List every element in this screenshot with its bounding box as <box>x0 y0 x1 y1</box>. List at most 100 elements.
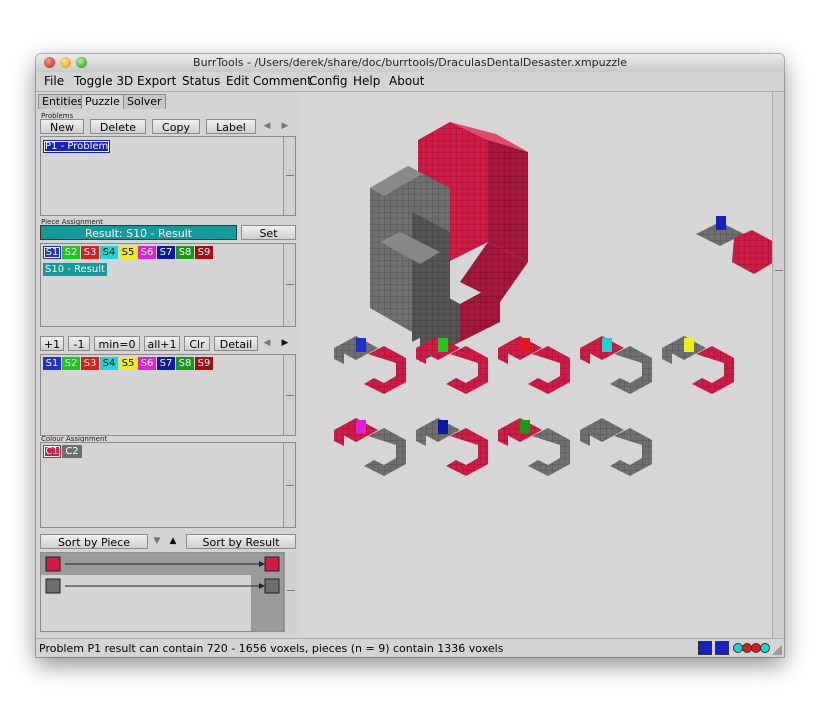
title-bar: BurrTools - /Users/derek/share/doc/burrt… <box>36 54 784 73</box>
shape-chip-s4[interactable]: S4 <box>100 246 118 259</box>
scrollbar-grip <box>286 485 294 486</box>
piece-7-body <box>446 428 488 476</box>
piece-5-marker <box>684 338 694 352</box>
shape-chip-s1[interactable]: S1 <box>43 357 61 370</box>
menu-export[interactable]: Export <box>137 74 176 88</box>
colour-constraint-graph <box>41 553 283 631</box>
piece-3-body <box>528 346 570 394</box>
sort-by-piece-button[interactable]: Sort by Piece <box>40 534 148 549</box>
menu-bar: File Toggle 3D Export Status Edit Commen… <box>36 72 784 92</box>
menu-toggle-3d[interactable]: Toggle 3D <box>74 74 133 88</box>
view-mode-icon[interactable] <box>698 641 712 655</box>
clear-button[interactable]: Clr <box>184 336 210 351</box>
label-problem-button[interactable]: Label <box>206 119 256 134</box>
result-shape-item[interactable]: S10 - Result <box>43 263 107 276</box>
resize-grip-icon[interactable] <box>772 645 782 655</box>
move-problem-up-icon[interactable]: ◀ <box>260 119 274 134</box>
shape-chip-s1[interactable]: S1 <box>43 246 61 259</box>
copy-problem-button[interactable]: Copy <box>152 119 200 134</box>
piece-7-marker <box>438 420 448 434</box>
shape-chip-s5[interactable]: S5 <box>119 246 137 259</box>
shape-chip-s8[interactable]: S8 <box>176 246 194 259</box>
piece-1-marker <box>356 338 366 352</box>
piece-6-marker <box>356 420 366 434</box>
piece-2-marker <box>438 338 448 352</box>
shape-list-scrollbar[interactable] <box>283 244 295 326</box>
app-window: BurrTools - /Users/derek/share/doc/burrt… <box>36 54 784 657</box>
shape-chip-s2[interactable]: S2 <box>62 357 80 370</box>
window-title: BurrTools - /Users/derek/share/doc/burrt… <box>193 56 627 69</box>
tab-solver[interactable]: Solver <box>123 94 166 109</box>
status-bar: Problem P1 result can contain 720 - 1656… <box>36 638 784 657</box>
result-colour-c2-icon <box>264 578 280 594</box>
shape-chip-s7[interactable]: S7 <box>157 246 175 259</box>
colour-constraint-area[interactable] <box>40 552 284 632</box>
3d-viewport[interactable] <box>300 92 772 638</box>
piece-list[interactable]: S1 S2 S3 S4 S5 S6 S7 S8 S9 <box>40 354 296 436</box>
shape-list[interactable]: S1 S2 S3 S4 S5 S6 S7 S8 S9 S10 - Result <box>40 243 296 327</box>
move-problem-down-icon[interactable]: ▶ <box>278 119 292 134</box>
piece-list-scrollbar[interactable] <box>283 355 295 435</box>
problem-list-item[interactable]: P1 - Problem <box>43 140 111 153</box>
piece-4-marker <box>602 338 612 352</box>
menu-about[interactable]: About <box>389 74 424 88</box>
shape-chip-s6[interactable]: S6 <box>138 246 156 259</box>
shape-chip-s7[interactable]: S7 <box>157 357 175 370</box>
colour-chip-c1[interactable]: C1 <box>43 445 61 458</box>
minus-one-button[interactable]: -1 <box>68 336 90 351</box>
layout-mode-icon[interactable] <box>715 641 729 655</box>
color-indicator-icon[interactable] <box>760 643 770 653</box>
problem-list-scrollbar[interactable] <box>283 137 295 215</box>
colour-chip-c2[interactable]: C2 <box>62 445 82 458</box>
shape-chip-s4[interactable]: S4 <box>100 357 118 370</box>
tab-puzzle[interactable]: Puzzle <box>81 94 124 109</box>
shape-chip-s3[interactable]: S3 <box>81 246 99 259</box>
colour-list[interactable]: C1 C2 <box>40 442 296 528</box>
viewport-scrollbar[interactable] <box>772 92 784 638</box>
constraint-scrollbar[interactable] <box>284 552 296 632</box>
shape-chip-s9[interactable]: S9 <box>195 357 213 370</box>
piece-9-body <box>610 428 652 476</box>
colour-list-scrollbar[interactable] <box>283 443 295 527</box>
plus-one-button[interactable]: +1 <box>40 336 64 351</box>
piece-4-body <box>610 346 652 394</box>
sort-down-icon[interactable]: ▼ <box>150 534 164 549</box>
scrollbar-grip <box>775 270 783 271</box>
shape-chip-s8[interactable]: S8 <box>176 357 194 370</box>
new-problem-button[interactable]: New <box>40 119 84 134</box>
set-result-button[interactable]: Set Result <box>241 225 296 255</box>
result-colour-c1-icon <box>264 556 280 572</box>
scrollbar-grip <box>286 284 294 285</box>
shape-chip-s6[interactable]: S6 <box>138 357 156 370</box>
pieces-render <box>334 336 734 476</box>
menu-status[interactable]: Status <box>182 74 220 88</box>
all-plus-one-button[interactable]: all+1 <box>144 336 180 351</box>
move-left-icon[interactable]: ◀ <box>260 336 274 351</box>
left-panel: Entities Puzzle Solver Problems New Dele… <box>36 92 300 638</box>
detail-button[interactable]: Detail <box>214 336 258 351</box>
result-bar[interactable]: Result: S10 - Result <box>40 225 237 240</box>
shape-chip-s5[interactable]: S5 <box>119 357 137 370</box>
shape-chip-s9[interactable]: S9 <box>195 246 213 259</box>
tab-entities[interactable]: Entities <box>38 94 88 109</box>
delete-problem-button[interactable]: Delete <box>90 119 146 134</box>
shape-chip-s2[interactable]: S2 <box>62 246 80 259</box>
piece-colour-c2-icon <box>45 578 61 594</box>
scrollbar-grip <box>286 395 294 396</box>
piece-3-marker <box>520 338 530 352</box>
menu-edit-comment[interactable]: Edit Comment <box>226 74 312 88</box>
menu-config[interactable]: Config <box>309 74 348 88</box>
piece-2-body <box>446 346 488 394</box>
sort-up-icon[interactable]: ▲ <box>166 534 180 549</box>
piece-colour-c1-icon <box>45 556 61 572</box>
shape-chip-s3[interactable]: S3 <box>81 357 99 370</box>
piece-5-body <box>692 346 734 394</box>
min-zero-button[interactable]: min=0 <box>94 336 140 351</box>
move-right-icon[interactable]: ▶ <box>278 336 292 351</box>
scrollbar-grip <box>287 590 295 591</box>
problem-list[interactable]: P1 - Problem <box>40 136 296 216</box>
menu-file[interactable]: File <box>44 74 64 88</box>
sort-by-result-button[interactable]: Sort by Result <box>186 534 296 549</box>
menu-help[interactable]: Help <box>353 74 380 88</box>
piece-6-body <box>364 428 406 476</box>
